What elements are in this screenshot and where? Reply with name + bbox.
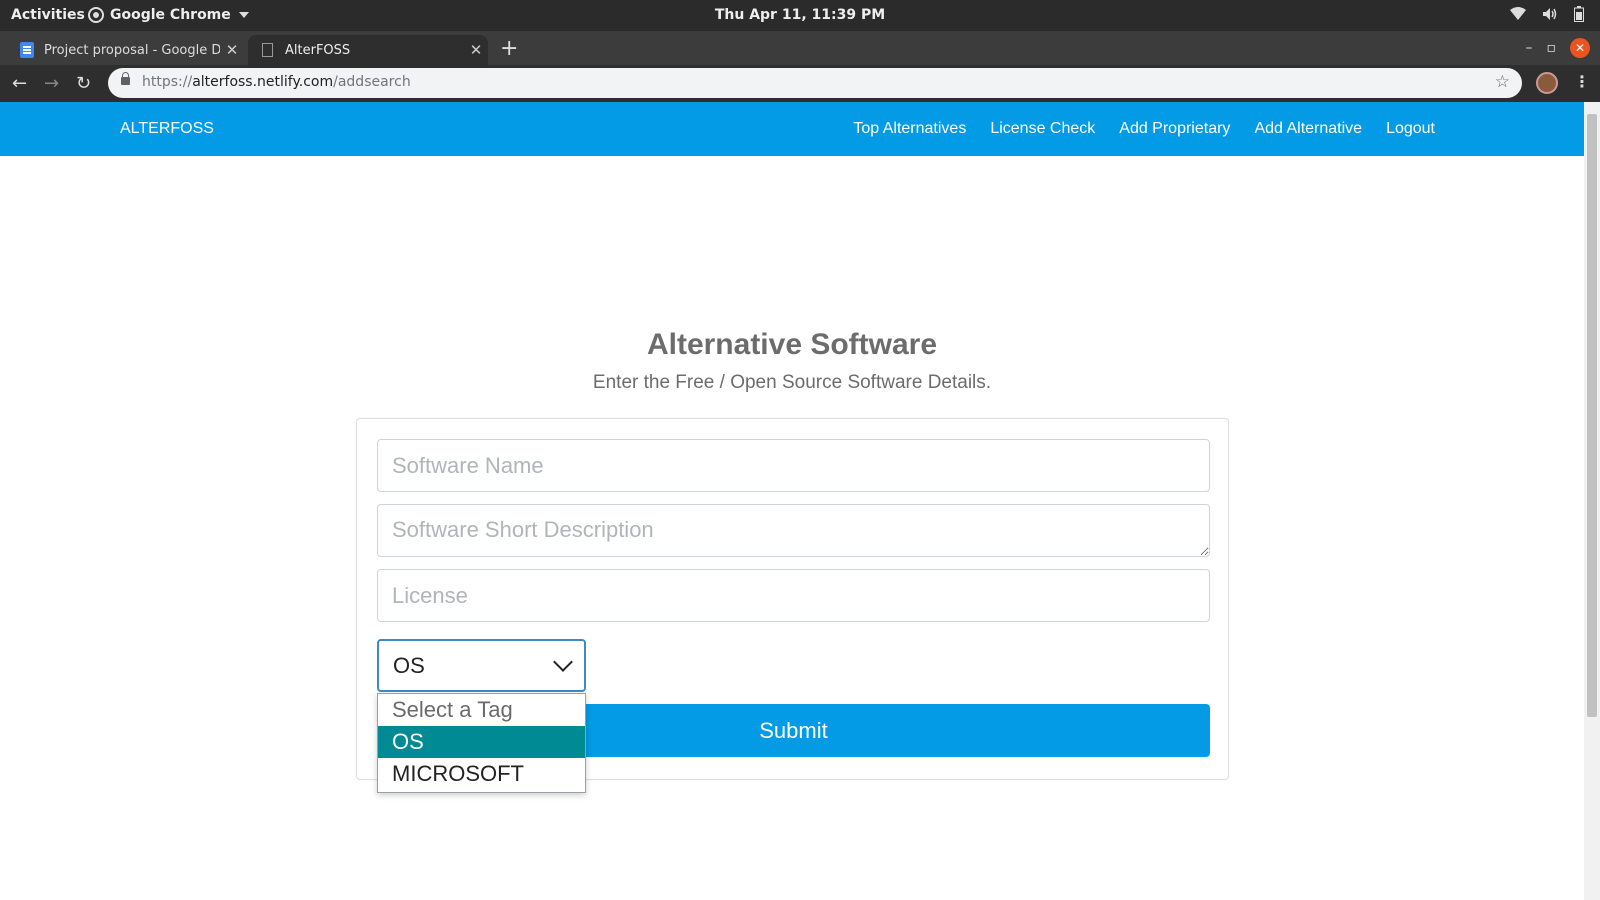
reload-icon[interactable]: ↻ <box>76 73 91 94</box>
minimize-icon[interactable]: – <box>1526 40 1533 56</box>
nav-link-add-proprietary[interactable]: Add Proprietary <box>1119 120 1230 138</box>
site-navbar: ALTERFOSS Top Alternatives License Check… <box>0 102 1584 156</box>
forward-arrow-icon[interactable]: → <box>44 73 59 94</box>
close-tab-icon[interactable]: ✕ <box>220 41 244 59</box>
license-input[interactable] <box>377 569 1210 622</box>
tag-select[interactable]: OS <box>377 639 586 692</box>
tab-alterfoss[interactable]: AlterFOSS ✕ <box>248 35 488 65</box>
page-icon <box>262 43 273 57</box>
clock[interactable]: Thu Apr 11, 11:39 PM <box>0 7 1600 23</box>
system-top-bar: Activities Google Chrome Thu Apr 11, 11:… <box>0 0 1600 31</box>
page-scrollbar[interactable] <box>1584 102 1600 900</box>
page-subtitle: Enter the Free / Open Source Software De… <box>592 372 992 393</box>
tab-title: Project proposal - Google Docs <box>44 42 220 58</box>
nav-link-logout[interactable]: Logout <box>1386 120 1435 138</box>
scrollbar-thumb[interactable] <box>1587 114 1597 717</box>
site-brand[interactable]: ALTERFOSS <box>120 120 214 138</box>
google-docs-icon <box>20 42 34 58</box>
url-text[interactable]: https://alterfoss.netlify.com/addsearch <box>142 74 411 90</box>
bookmark-star-icon[interactable]: ☆ <box>1495 72 1510 92</box>
page-title: Alternative Software <box>646 328 938 361</box>
browser-tab-strip: Project proposal - Google Docs ✕ AlterFO… <box>0 31 1600 65</box>
profile-avatar[interactable] <box>1536 72 1558 94</box>
tag-select-value: OS <box>393 653 425 678</box>
software-name-input[interactable] <box>377 439 1210 492</box>
tab-project-proposal[interactable]: Project proposal - Google Docs ✕ <box>8 35 244 65</box>
tag-option-microsoft[interactable]: MICROSOFT <box>378 758 585 790</box>
back-arrow-icon[interactable]: ← <box>12 73 27 94</box>
window-controls: – ▫ ✕ <box>1526 38 1590 58</box>
nav-link-top-alternatives[interactable]: Top Alternatives <box>853 120 966 138</box>
tag-dropdown-list: Select a Tag OS MICROSOFT <box>377 693 586 793</box>
maximize-icon[interactable]: ▫ <box>1547 40 1557 56</box>
volume-icon <box>1543 8 1557 20</box>
tag-option-select-a-tag[interactable]: Select a Tag <box>378 694 585 726</box>
nav-link-add-alternative[interactable]: Add Alternative <box>1254 120 1362 138</box>
software-description-input[interactable] <box>377 504 1210 557</box>
new-tab-button[interactable]: + <box>500 36 518 61</box>
battery-icon <box>1574 6 1584 22</box>
close-window-icon[interactable]: ✕ <box>1570 38 1590 58</box>
nav-links: Top Alternatives License Check Add Propr… <box>853 120 1435 138</box>
tab-title: AlterFOSS <box>285 42 351 58</box>
web-page: ALTERFOSS Top Alternatives License Check… <box>0 102 1584 900</box>
browser-toolbar: ← → ↻ https://alterfoss.netlify.com/adds… <box>0 65 1600 102</box>
wifi-icon <box>1510 7 1526 20</box>
chevron-down-icon <box>553 652 573 672</box>
close-tab-icon[interactable]: ✕ <box>464 41 488 59</box>
menu-kebab-icon[interactable]: ⋮ <box>1574 72 1590 91</box>
tag-option-os[interactable]: OS <box>378 726 585 758</box>
address-bar[interactable]: https://alterfoss.netlify.com/addsearch … <box>108 68 1522 98</box>
lock-icon <box>121 72 130 85</box>
nav-link-license-check[interactable]: License Check <box>990 120 1095 138</box>
system-tray[interactable] <box>1510 6 1584 22</box>
